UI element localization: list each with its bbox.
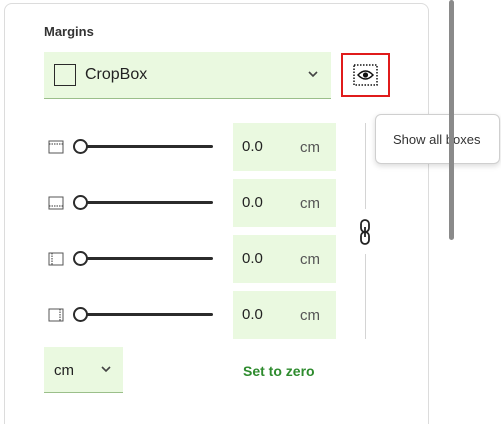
margin-row-top: 0.0 cm [44, 123, 336, 171]
box-type-value: CropBox [85, 66, 148, 83]
square-swatch-icon [54, 64, 76, 86]
margin-top-input[interactable]: 0.0 cm [233, 123, 336, 171]
tooltip-text: Show all boxes [393, 132, 481, 147]
margin-bottom-value: 0.0 [242, 194, 263, 211]
margin-top-slider-handle[interactable] [73, 139, 88, 154]
margin-row-right: 0.0 cm [44, 291, 336, 339]
margin-top-unit: cm [300, 139, 320, 156]
margin-right-value: 0.0 [242, 306, 263, 323]
margin-bottom-slider-handle[interactable] [73, 195, 88, 210]
show-all-boxes-tooltip: Show all boxes [375, 114, 500, 164]
chevron-down-icon [308, 71, 318, 78]
margin-right-input[interactable]: 0.0 cm [233, 291, 336, 339]
eye-in-dashed-box-icon [353, 64, 378, 86]
margin-right-slider-handle[interactable] [73, 307, 88, 322]
slider-track [78, 145, 213, 148]
set-to-zero-link[interactable]: Set to zero [243, 363, 315, 379]
margin-top-value: 0.0 [242, 138, 263, 155]
margin-left-value: 0.0 [242, 250, 263, 267]
margin-bottom-icon [48, 196, 64, 210]
chevron-down-icon [101, 366, 111, 373]
show-all-boxes-button[interactable] [341, 53, 390, 97]
link-bracket-line [365, 123, 366, 209]
slider-track [78, 257, 213, 260]
unit-select-value: cm [54, 362, 74, 379]
margin-bottom-unit: cm [300, 195, 320, 212]
chain-link-icon[interactable] [357, 219, 373, 245]
margin-left-input[interactable]: 0.0 cm [233, 235, 336, 283]
scrollbar-thumb[interactable] [449, 0, 454, 240]
link-bracket-line [365, 254, 366, 339]
margin-right-icon [48, 308, 64, 322]
margin-right-unit: cm [300, 307, 320, 324]
margin-left-unit: cm [300, 251, 320, 268]
margin-row-bottom: 0.0 cm [44, 179, 336, 227]
margin-row-left: 0.0 cm [44, 235, 336, 283]
box-type-select[interactable]: CropBox [44, 52, 331, 99]
margin-bottom-input[interactable]: 0.0 cm [233, 179, 336, 227]
section-title: Margins [44, 24, 94, 39]
unit-select[interactable]: cm [44, 347, 123, 393]
margin-left-slider-handle[interactable] [73, 251, 88, 266]
slider-track [78, 201, 213, 204]
slider-track [78, 313, 213, 316]
margin-top-icon [48, 140, 64, 154]
margin-left-icon [48, 252, 64, 266]
